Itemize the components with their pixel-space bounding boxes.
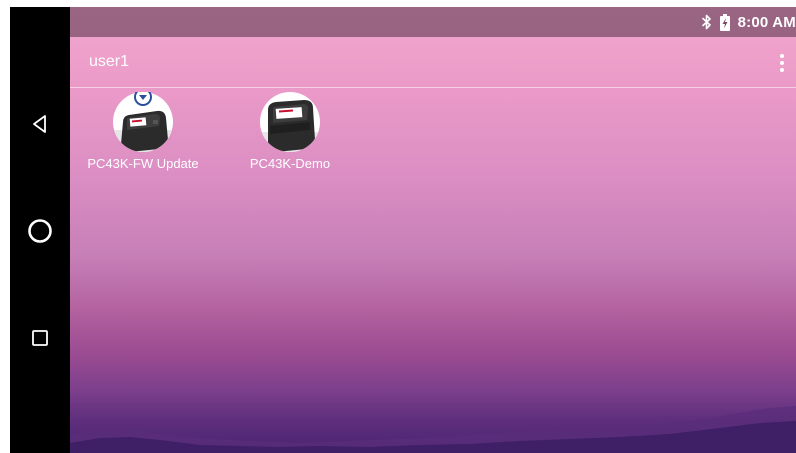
recents-icon [32, 330, 48, 346]
more-vert-icon [780, 54, 784, 58]
pc43k-fw-update-icon [113, 92, 173, 152]
status-icons: 8:00 AM [701, 7, 796, 37]
overflow-menu-button[interactable] [774, 50, 790, 76]
user-name: user1 [89, 53, 130, 70]
app-pc43k-fw-update[interactable]: PC43K-FW Update [78, 92, 208, 174]
pc43k-demo-icon [260, 92, 320, 152]
back-icon [33, 115, 46, 133]
navigation-bar [10, 7, 70, 453]
home-screen: 8:00 AM user1 PC43K-FW Update PC43K-Demo [70, 7, 796, 453]
status-bar: 8:00 AM [70, 7, 796, 37]
status-time: 8:00 AM [737, 13, 796, 31]
back-button[interactable] [10, 102, 70, 146]
wallpaper-mountains [70, 406, 796, 453]
battery-charging-icon [719, 13, 730, 31]
home-icon [28, 219, 52, 243]
app-label: PC43K-FW Update [87, 156, 199, 171]
app-pc43k-demo[interactable]: PC43K-Demo [225, 92, 355, 174]
bluetooth-icon [701, 14, 711, 30]
home-button[interactable] [10, 209, 70, 253]
device-frame: 8:00 AM user1 PC43K-FW Update PC43K-Demo [0, 0, 796, 453]
recents-button[interactable] [10, 316, 70, 360]
launcher-header: user1 [70, 37, 796, 88]
app-label: PC43K-Demo [249, 156, 331, 171]
